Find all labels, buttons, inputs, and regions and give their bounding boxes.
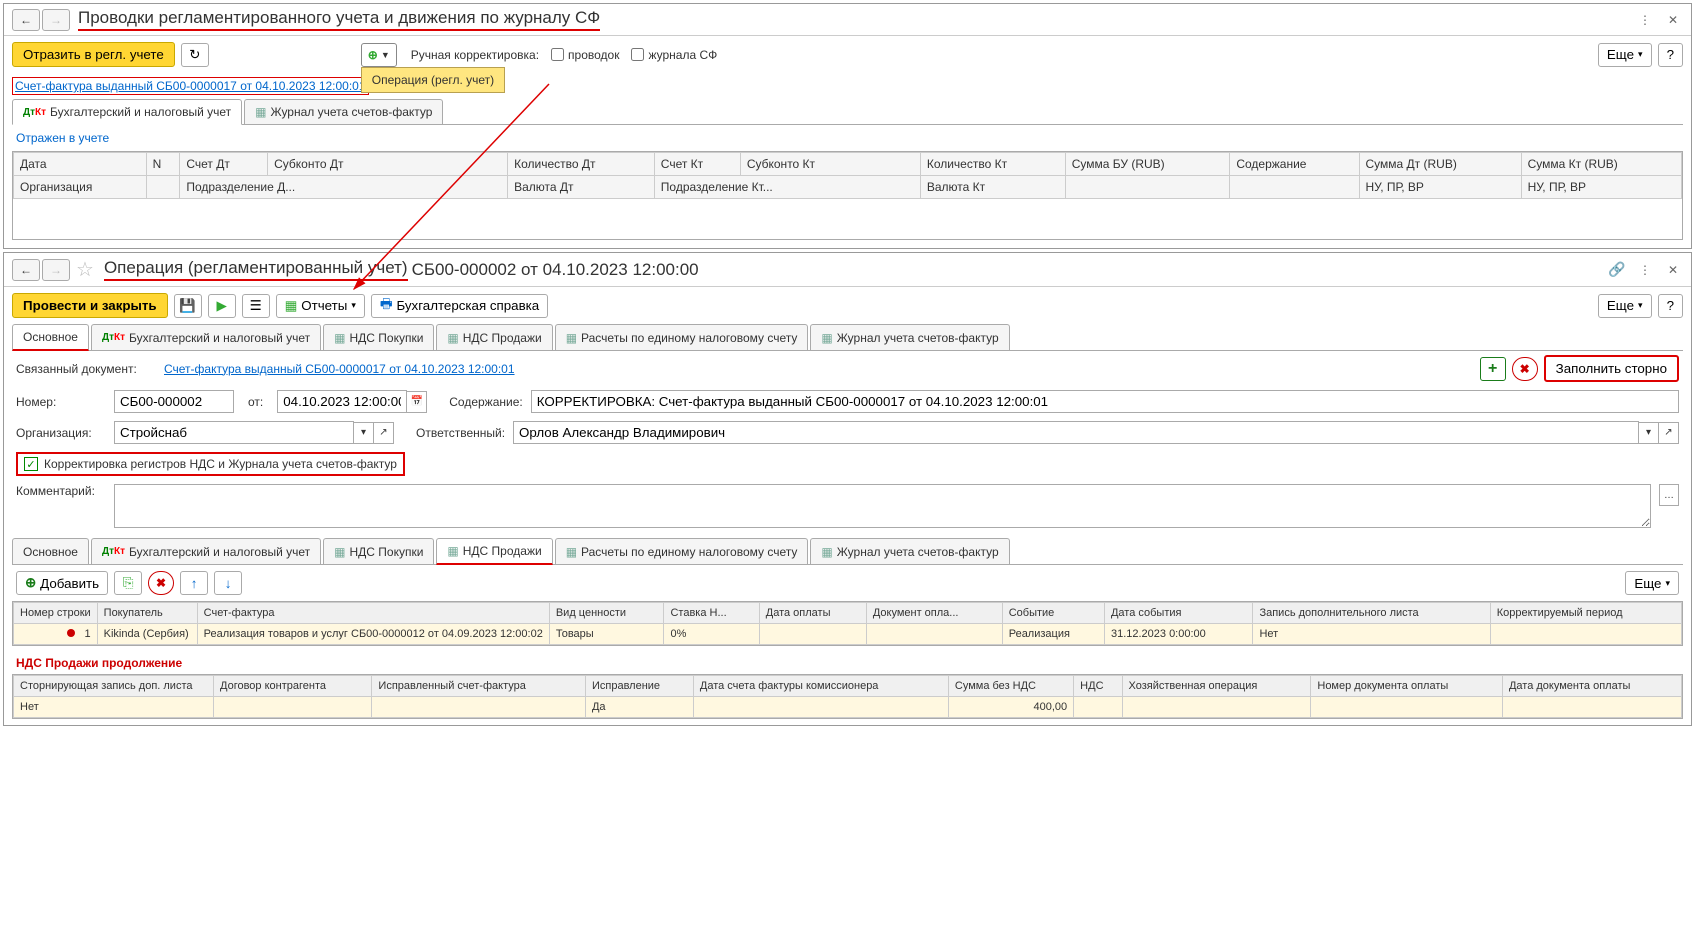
page-title: Проводки регламентированного учета и дви…: [78, 8, 600, 31]
org-label: Организация:: [16, 426, 106, 440]
resp-open-icon[interactable]: ↗: [1659, 422, 1679, 444]
number-input[interactable]: [114, 390, 234, 413]
list-button[interactable]: ☰: [242, 294, 270, 318]
post-button[interactable]: ▶: [208, 294, 236, 318]
help-button-2[interactable]: ?: [1658, 294, 1683, 318]
content-label: Содержание:: [449, 395, 522, 409]
table-row[interactable]: НетДа400,00: [14, 697, 1682, 718]
comment-textarea[interactable]: [114, 484, 1651, 528]
remove-red-button[interactable]: ✖: [1512, 357, 1538, 381]
reflect-button[interactable]: Отразить в регл. учете: [12, 42, 175, 67]
star-icon[interactable]: ☆: [76, 257, 94, 282]
refresh-button[interactable]: ↻: [181, 43, 209, 67]
content-input[interactable]: [531, 390, 1679, 413]
resp-dropdown-icon[interactable]: ▾: [1639, 422, 1659, 444]
number-label: Номер:: [16, 395, 106, 409]
check-icon: ✓: [24, 457, 38, 471]
tab-invoice-journal-2[interactable]: ▦Журнал учета счетов-фактур: [810, 324, 1009, 350]
comment-expand-icon[interactable]: …: [1659, 484, 1679, 506]
forward-button-2[interactable]: →: [42, 259, 70, 281]
marker-icon: [67, 629, 75, 637]
add-green-button[interactable]: +: [1480, 357, 1506, 381]
close-icon[interactable]: ✕: [1663, 10, 1683, 30]
linked-doc-label: Связанный документ:: [16, 362, 156, 376]
help-button[interactable]: ?: [1658, 43, 1683, 67]
reports-button[interactable]: ▦ Отчеты ▾: [276, 294, 365, 318]
status-text: Отражен в учете: [4, 125, 1691, 151]
save-button[interactable]: 💾: [174, 294, 202, 318]
more-button-2[interactable]: Еще ▾: [1598, 294, 1652, 318]
delete-row-button[interactable]: ✖: [148, 571, 174, 595]
org-open-icon[interactable]: ↗: [374, 422, 394, 444]
table-icon: ▦: [447, 331, 458, 345]
accounting-ref-button[interactable]: 🖶 Бухгалтерская справка: [371, 294, 548, 318]
table-icon: ▦: [566, 545, 577, 559]
date-input[interactable]: [277, 390, 407, 413]
tab2-accounting[interactable]: ДтКтБухгалтерский и налоговый учет: [91, 538, 321, 564]
section-title: НДС Продажи продолжение: [4, 652, 1691, 674]
more-button[interactable]: Еще ▾: [1598, 43, 1652, 67]
entries-checkbox[interactable]: проводок: [551, 48, 619, 62]
tab2-main[interactable]: Основное: [12, 538, 89, 564]
linked-doc-link[interactable]: Счет-фактура выданный СБ00-0000017 от 04…: [164, 362, 515, 376]
resp-input[interactable]: [513, 421, 1639, 444]
page-title-2: Операция (регламентированный учет): [104, 258, 408, 281]
org-dropdown-icon[interactable]: ▾: [354, 422, 374, 444]
tab2-vat-sales[interactable]: ▦НДС Продажи: [436, 538, 552, 565]
post-close-button[interactable]: Провести и закрыть: [12, 293, 168, 318]
copy-button[interactable]: ⎘: [114, 571, 142, 595]
tab2-invoice-journal[interactable]: ▦Журнал учета счетов-фактур: [810, 538, 1009, 564]
table-icon: ▦: [566, 331, 577, 345]
tab-main[interactable]: Основное: [12, 324, 89, 351]
fill-storno-button[interactable]: Заполнить сторно: [1544, 355, 1679, 382]
move-up-button[interactable]: ↑: [180, 571, 208, 595]
dtkt-icon: ДтКт: [23, 107, 46, 118]
link-icon[interactable]: [1607, 260, 1627, 280]
table-icon: ▦: [334, 331, 345, 345]
tab-invoice-journal[interactable]: ▦ Журнал учета счетов-фактур: [244, 99, 443, 124]
table-row[interactable]: 1 Kikinda (Сербия)Реализация товаров и у…: [14, 624, 1682, 645]
back-button[interactable]: ←: [12, 9, 40, 31]
table-icon: ▦: [334, 545, 345, 559]
org-input[interactable]: [114, 421, 354, 444]
page-title-suffix: СБ00-000002 от 04.10.2023 12:00:00: [412, 260, 699, 280]
plus-green-icon: ⊕: [368, 48, 378, 62]
forward-button[interactable]: →: [42, 9, 70, 31]
table-icon: ▦: [447, 544, 458, 558]
tab-unified-tax[interactable]: ▦Расчеты по единому налоговому счету: [555, 324, 809, 350]
entries-grid[interactable]: ДатаNСчет ДтСубконто ДтКоличество ДтСчет…: [12, 151, 1683, 240]
table-icon: ▦: [821, 545, 832, 559]
manual-correction-label: Ручная корректировка:: [411, 48, 539, 62]
table-icon: ▦: [821, 331, 832, 345]
tab2-unified-tax[interactable]: ▦Расчеты по единому налоговому счету: [555, 538, 809, 564]
journal-checkbox[interactable]: журнала СФ: [631, 48, 717, 62]
back-button-2[interactable]: ←: [12, 259, 40, 281]
calendar-icon[interactable]: 📅: [407, 391, 427, 413]
tab-vat-purchases[interactable]: ▦НДС Покупки: [323, 324, 434, 350]
create-dropdown[interactable]: ⊕ ▼: [361, 43, 397, 67]
invoice-link[interactable]: Счет-фактура выданный СБ00-0000017 от 04…: [12, 77, 369, 95]
move-down-button[interactable]: ↓: [214, 571, 242, 595]
vat-correction-checkbox[interactable]: ✓ Корректировка регистров НДС и Журнала …: [16, 452, 405, 476]
resp-label: Ответственный:: [416, 426, 505, 440]
close-icon-2[interactable]: ✕: [1663, 260, 1683, 280]
tab-accounting[interactable]: ДтКт Бухгалтерский и налоговый учет: [12, 99, 242, 125]
add-row-button[interactable]: ⊕ Добавить: [16, 571, 108, 595]
tab-accounting-2[interactable]: ДтКтБухгалтерский и налоговый учет: [91, 324, 321, 350]
vat-sales-table[interactable]: Номер строкиПокупательСчет-фактураВид це…: [12, 601, 1683, 646]
dtkt-icon: ДтКт: [102, 546, 125, 557]
tab-vat-sales[interactable]: ▦НДС Продажи: [436, 324, 552, 350]
from-label: от:: [248, 395, 263, 409]
dropdown-item-operation[interactable]: Операция (регл. учет): [361, 67, 505, 93]
dtkt-icon: ДтКт: [102, 332, 125, 343]
table-icon: ▦: [255, 105, 266, 119]
more-button-3[interactable]: Еще ▾: [1625, 571, 1679, 595]
kebab-icon-2[interactable]: ⋮: [1635, 260, 1655, 280]
tab2-vat-purchases[interactable]: ▦НДС Покупки: [323, 538, 434, 564]
kebab-icon[interactable]: ⋮: [1635, 10, 1655, 30]
comment-label: Комментарий:: [16, 484, 106, 528]
vat-sales-cont-table[interactable]: Сторнирующая запись доп. листаДоговор ко…: [12, 674, 1683, 719]
